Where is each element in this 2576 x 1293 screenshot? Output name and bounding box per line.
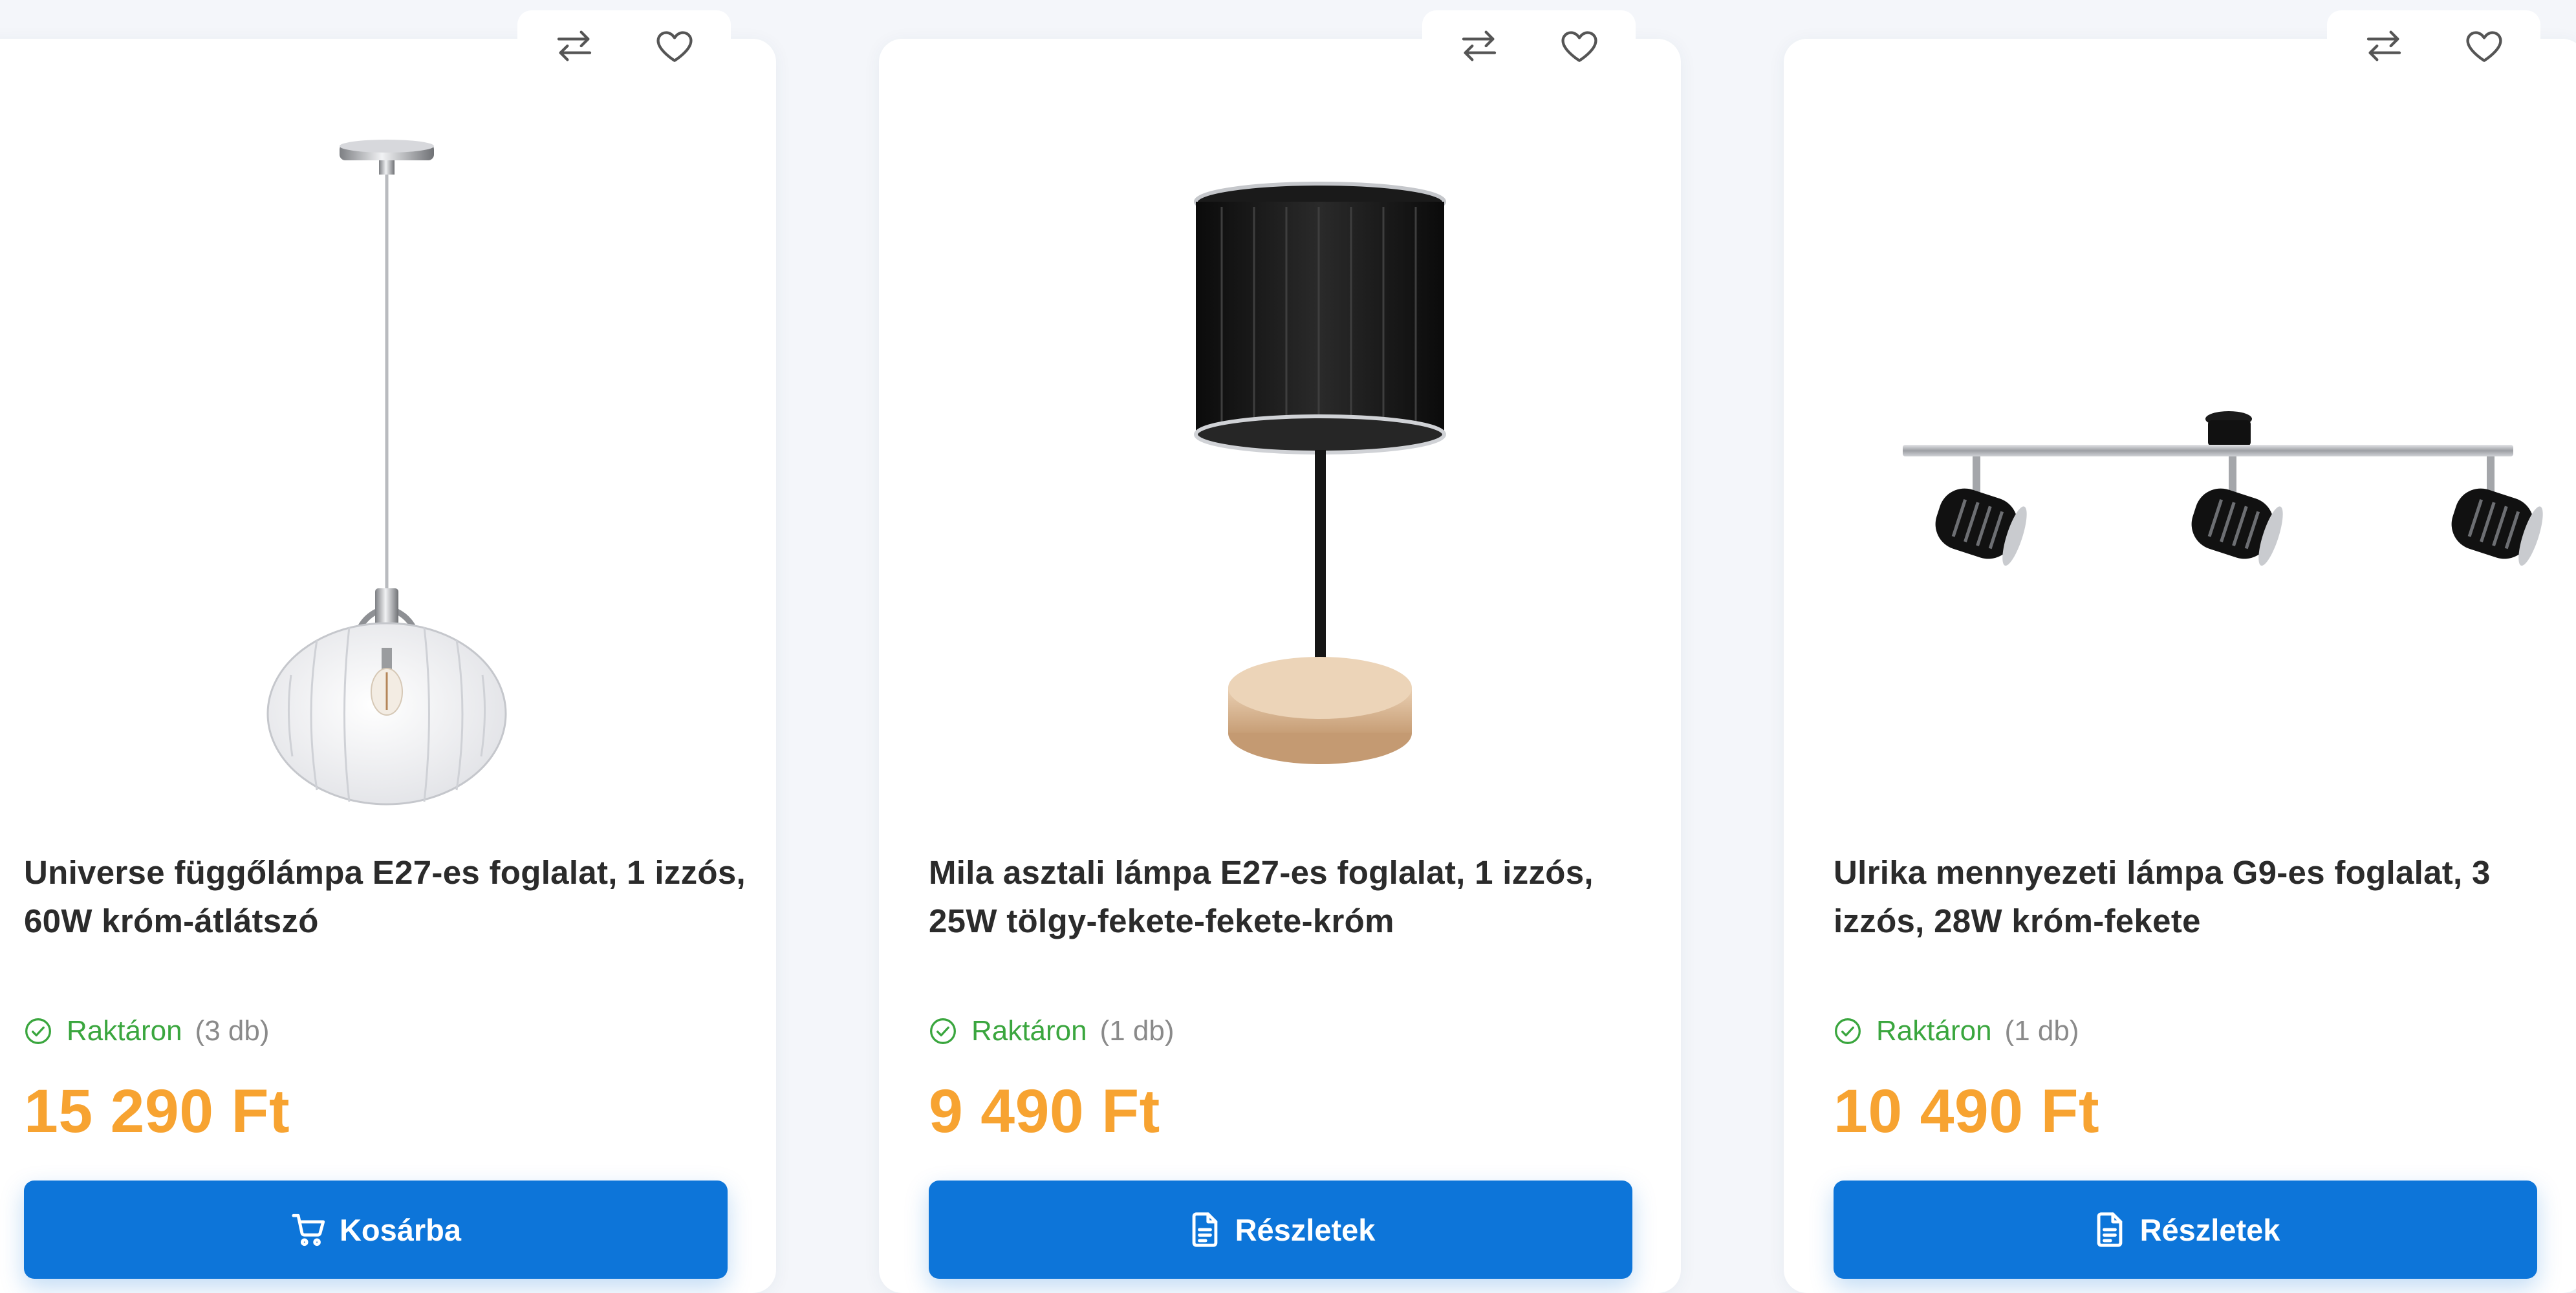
stock-quantity: (1 db) <box>1099 1015 1174 1047</box>
stock-status: Raktáron (3 db) <box>24 1012 270 1051</box>
cart-icon <box>292 1213 325 1246</box>
pendant-lamp-image <box>266 140 507 806</box>
product-card: Mila asztali lámpa E27-es foglalat, 1 iz… <box>879 10 1681 1293</box>
product-title-link[interactable]: Ulrika mennyezeti lámpa G9-es foglalat, … <box>1834 848 2558 945</box>
wishlist-button[interactable] <box>644 15 706 77</box>
ceiling-spotlight-image <box>1903 411 2543 566</box>
document-icon <box>1192 1212 1217 1247</box>
product-image-link[interactable] <box>918 91 1642 808</box>
cta-label: Kosárba <box>339 1212 462 1247</box>
stock-label: Raktáron <box>971 1015 1087 1047</box>
cta-label: Részletek <box>2139 1212 2280 1247</box>
stock-label: Raktáron <box>1876 1015 1992 1047</box>
details-button[interactable]: Részletek <box>1834 1181 2537 1279</box>
product-image-link[interactable] <box>1823 91 2547 808</box>
stock-quantity: (3 db) <box>195 1015 270 1047</box>
product-price: 9 490 Ft <box>929 1077 1160 1146</box>
check-circle-icon <box>930 1018 956 1044</box>
cta-label: Részletek <box>1235 1212 1376 1247</box>
check-circle-icon <box>1835 1018 1861 1044</box>
compare-button[interactable] <box>1448 15 1510 77</box>
stock-quantity: (1 db) <box>2004 1015 2079 1047</box>
stock-status: Raktáron (1 db) <box>1834 1012 2079 1051</box>
compare-button[interactable] <box>2353 15 2415 77</box>
document-icon <box>2097 1212 2122 1247</box>
check-circle-icon <box>25 1018 51 1044</box>
stock-label: Raktáron <box>67 1015 182 1047</box>
card-actions <box>517 10 731 81</box>
product-price: 15 290 Ft <box>24 1077 290 1146</box>
compare-button[interactable] <box>543 15 605 77</box>
compare-arrows-icon <box>2366 30 2401 61</box>
add-to-cart-button[interactable]: Kosárba <box>24 1181 728 1279</box>
heart-icon <box>656 31 692 62</box>
product-title-link[interactable]: Universe függőlámpa E27-es foglalat, 1 i… <box>24 848 748 945</box>
product-title-link[interactable]: Mila asztali lámpa E27-es foglalat, 1 iz… <box>929 848 1653 945</box>
card-actions <box>1422 10 1636 81</box>
heart-icon <box>1561 31 1597 62</box>
wishlist-button[interactable] <box>1548 15 1610 77</box>
product-card: Universe függőlámpa E27-es foglalat, 1 i… <box>0 10 776 1293</box>
compare-arrows-icon <box>1462 30 1496 61</box>
details-button[interactable]: Részletek <box>929 1181 1632 1279</box>
heart-icon <box>2466 31 2502 62</box>
compare-arrows-icon <box>557 30 591 61</box>
card-actions <box>2327 10 2540 81</box>
table-lamp-image <box>1194 182 1446 764</box>
stock-status: Raktáron (1 db) <box>929 1012 1174 1051</box>
product-price: 10 490 Ft <box>1834 1077 2100 1146</box>
wishlist-button[interactable] <box>2453 15 2515 77</box>
product-image-link[interactable] <box>13 91 737 808</box>
product-card: Ulrika mennyezeti lámpa G9-es foglalat, … <box>1784 10 2576 1293</box>
